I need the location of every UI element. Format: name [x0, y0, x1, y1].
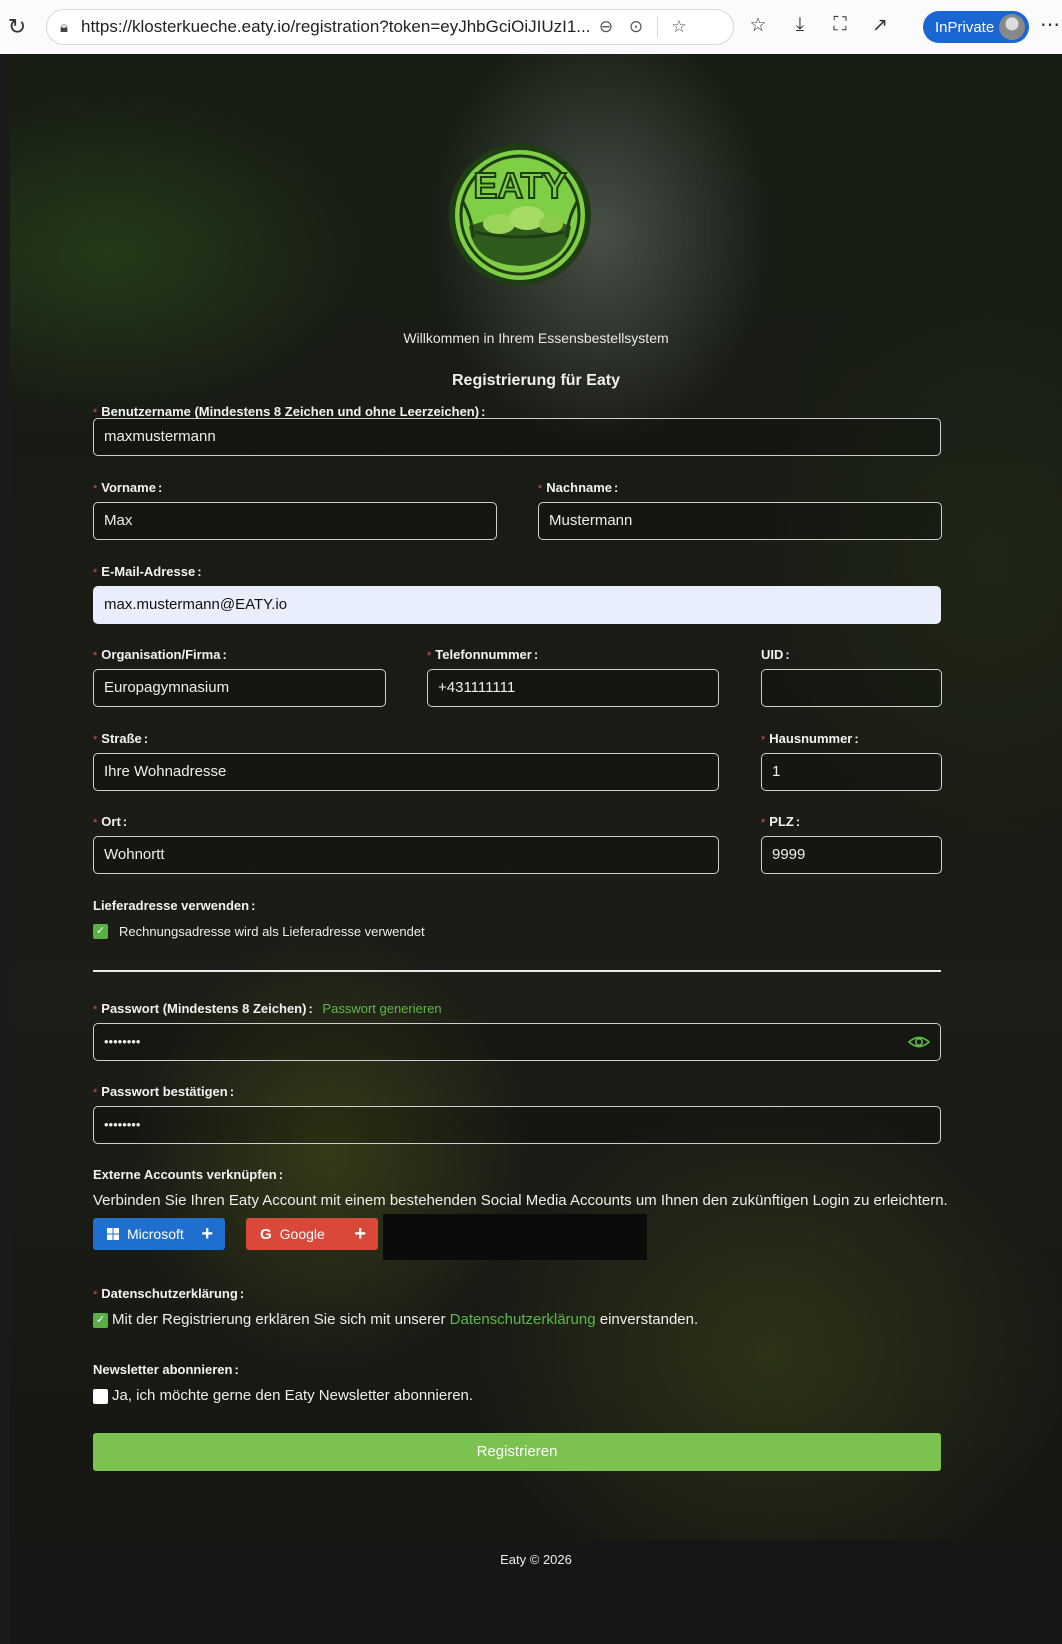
external-accounts-label: Externe Accounts verknüpfen:: [93, 1167, 284, 1182]
required-marker: *: [93, 734, 98, 746]
city-input[interactable]: Wohnortt: [93, 836, 719, 874]
privacy-checkbox[interactable]: ✓: [93, 1313, 108, 1328]
firstname-input[interactable]: Max: [93, 502, 497, 540]
required-marker: *: [93, 567, 98, 579]
logo-text: EATY: [473, 165, 566, 206]
newsletter-label: Newsletter abonnieren:: [93, 1362, 239, 1377]
browser-toolbar: ↻ 🔒︎ https://klosterkueche.eaty.io/regis…: [0, 0, 1062, 54]
password-label: * Passwort (Mindestens 8 Zeichen): Passwo…: [93, 1001, 442, 1016]
city-label: * Ort:: [93, 814, 128, 829]
required-marker: *: [761, 817, 766, 829]
housenumber-input[interactable]: 1: [761, 753, 942, 791]
register-button[interactable]: Registrieren: [93, 1433, 941, 1471]
firstname-label: * Vorname:: [93, 480, 163, 495]
newsletter-text: Ja, ich möchte gerne den Eaty Newsletter…: [112, 1387, 474, 1404]
lock-icon[interactable]: 🔒︎: [47, 19, 81, 36]
password-confirm-label: * Passwort bestätigen:: [93, 1084, 235, 1099]
redacted-area: [383, 1214, 647, 1260]
page-title: Registrierung für Eaty: [451, 372, 621, 389]
screenshot-icon[interactable]: ⛶: [826, 14, 854, 36]
required-marker: *: [93, 1004, 98, 1016]
google-icon: G: [260, 1225, 272, 1243]
more-menu-icon[interactable]: ⋯: [1040, 12, 1060, 37]
delivery-checkbox-text: Rechnungsadresse wird als Lieferadresse …: [119, 924, 425, 939]
inprivate-profile-button[interactable]: InPrivate: [923, 11, 1029, 43]
zoom-out-icon[interactable]: ⊖: [591, 17, 621, 37]
reload-icon[interactable]: ↻: [0, 14, 34, 40]
page-content: EATY Willkommen in Ihrem Essensbestellsy…: [10, 54, 1062, 1644]
link-microsoft-button[interactable]: Microsoft +: [93, 1218, 225, 1250]
zip-input[interactable]: 9999: [761, 836, 942, 874]
google-label: Google: [279, 1226, 325, 1242]
username-label: * Benutzername (Mindestens 8 Zeichen und …: [93, 404, 486, 419]
street-label: * Straße:: [93, 731, 149, 746]
required-marker: *: [93, 1289, 98, 1301]
zip-label: * PLZ:: [761, 814, 801, 829]
required-marker: *: [538, 483, 543, 495]
plus-icon: +: [354, 1222, 366, 1245]
favorite-star-icon[interactable]: ☆: [664, 17, 694, 37]
required-marker: *: [93, 1087, 98, 1099]
inprivate-label: InPrivate: [935, 18, 995, 36]
delivery-label: Lieferadresse verwenden:: [93, 898, 256, 913]
welcome-text: Willkommen in Ihrem Essensbestellsystem: [403, 330, 669, 346]
generate-password-link[interactable]: Passwort generieren: [322, 1001, 441, 1016]
uid-input[interactable]: [761, 669, 942, 707]
password-input[interactable]: ••••••••: [93, 1023, 941, 1061]
organisation-label: * Organisation/Firma:: [93, 647, 227, 662]
link-google-button[interactable]: G Google +: [246, 1218, 378, 1250]
avatar: [999, 14, 1025, 40]
microsoft-label: Microsoft: [127, 1226, 184, 1242]
street-input[interactable]: Ihre Wohnadresse: [93, 753, 719, 791]
microsoft-icon: [107, 1228, 119, 1240]
url-text[interactable]: https://klosterkueche.eaty.io/registrati…: [81, 17, 591, 37]
plus-icon: +: [201, 1222, 213, 1245]
separator: [657, 16, 658, 38]
address-bar[interactable]: 🔒︎ https://klosterkueche.eaty.io/registr…: [46, 9, 734, 45]
required-marker: *: [427, 650, 432, 662]
more-tools-icon[interactable]: ⊙: [621, 17, 651, 37]
share-icon[interactable]: ↗: [866, 14, 894, 37]
required-marker: *: [93, 817, 98, 829]
email-input[interactable]: max.mustermann@EATY.io: [93, 586, 941, 624]
delivery-checkbox[interactable]: ✓: [93, 924, 108, 939]
organisation-input[interactable]: Europagymnasium: [93, 669, 386, 707]
newsletter-checkbox[interactable]: [93, 1389, 108, 1404]
username-input[interactable]: maxmustermann: [93, 418, 941, 456]
housenumber-label: * Hausnummer:: [761, 731, 859, 746]
lastname-label: * Nachname:: [538, 480, 619, 495]
password-confirm-input[interactable]: ••••••••: [93, 1106, 941, 1144]
downloads-icon[interactable]: ⤓: [786, 14, 814, 36]
lastname-input[interactable]: Mustermann: [538, 502, 942, 540]
privacy-text: Mit der Registrierung erklären Sie sich …: [112, 1311, 699, 1328]
privacy-label: * Datenschutzerklärung:: [93, 1286, 245, 1301]
required-marker: *: [93, 483, 98, 495]
divider: [93, 970, 941, 972]
privacy-policy-link[interactable]: Datenschutzerklärung: [450, 1311, 596, 1328]
required-marker: *: [93, 650, 98, 662]
favorites-list-icon[interactable]: ☆: [744, 14, 772, 37]
footer-text: Eaty © 2026: [500, 1552, 572, 1567]
phone-label: * Telefonnummer:: [427, 647, 539, 662]
external-accounts-description: Verbinden Sie Ihren Eaty Account mit ein…: [93, 1192, 948, 1209]
phone-input[interactable]: +431111111: [427, 669, 719, 707]
email-label: * E-Mail-Adresse:: [93, 564, 202, 579]
show-password-eye-icon[interactable]: [908, 1034, 930, 1050]
eaty-logo: EATY: [449, 144, 591, 286]
required-marker: *: [761, 734, 766, 746]
uid-label: UID:: [761, 647, 790, 662]
